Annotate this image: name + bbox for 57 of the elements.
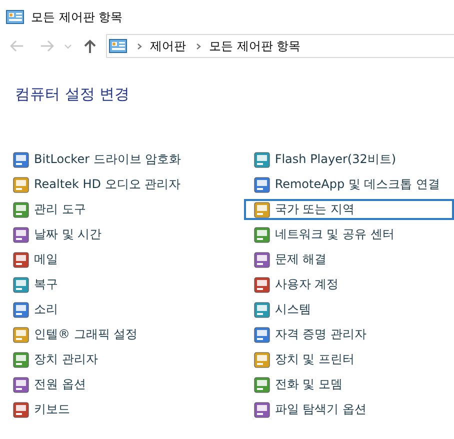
up-arrow-icon [84, 39, 96, 53]
control-panel-item[interactable]: 사용자 계정 [244, 274, 454, 295]
control-panel-item[interactable]: 날짜 및 시간 [8, 224, 243, 245]
page-heading: 컴퓨터 설정 변경 [15, 85, 131, 105]
tile-icon [13, 252, 29, 268]
control-panel-item[interactable]: 문제 해결 [244, 249, 454, 270]
control-panel-icon [109, 39, 127, 53]
breadcrumb[interactable]: 제어판 [150, 38, 186, 54]
tile-icon [254, 326, 270, 342]
control-panel-icon [6, 10, 24, 24]
tile-icon [254, 276, 270, 292]
control-panel-item[interactable]: 네트워크 및 공유 센터 [244, 224, 454, 245]
tile-icon [13, 376, 29, 392]
tile-icon [254, 202, 270, 218]
control-panel-item[interactable]: 키보드 [8, 399, 243, 420]
tile-icon [254, 252, 270, 268]
control-panel-item[interactable]: 메일 [8, 249, 243, 270]
tile-icon [13, 176, 29, 192]
control-panel-item[interactable]: 장치 관리자 [8, 349, 243, 370]
chevron-icon [196, 42, 201, 50]
tile-icon [254, 226, 270, 242]
control-panel-item[interactable]: 복구 [8, 274, 243, 295]
tile-icon [13, 276, 29, 292]
control-panel-item[interactable]: 시스템 [244, 299, 454, 320]
dropdown-caret-icon [64, 44, 72, 48]
control-panel-item[interactable]: 전화 및 모뎀 [244, 374, 454, 395]
tile-icon [254, 352, 270, 368]
control-panel-item[interactable]: 국가 또는 지역 [244, 199, 454, 220]
tile-icon [13, 352, 29, 368]
tile-icon [13, 202, 29, 218]
chevron-icon [137, 42, 142, 50]
control-panel-item[interactable]: 장치 및 프린터 [244, 349, 454, 370]
control-panel-item[interactable]: 관리 도구 [8, 199, 243, 220]
control-panel-item[interactable]: 자격 증명 관리자 [244, 324, 454, 345]
breadcrumb[interactable]: 모든 제어판 항목 [209, 38, 301, 54]
tile-icon [13, 226, 29, 242]
control-panel-item[interactable]: 인텔® 그래픽 설정 [8, 324, 243, 345]
tile-icon [13, 402, 29, 418]
back-icon [10, 40, 24, 52]
tile-icon [254, 376, 270, 392]
tile-icon [254, 152, 270, 168]
tile-icon [254, 402, 270, 418]
control-panel-item[interactable]: Realtek HD 오디오 관리자 [8, 174, 243, 195]
tile-icon [13, 326, 29, 342]
control-panel-item[interactable]: BitLocker 드라이브 암호화 [8, 149, 243, 170]
control-panel-item[interactable]: Flash Player(32비트) [244, 149, 454, 170]
window-title: 모든 제어판 항목 [31, 8, 123, 26]
control-panel-item[interactable]: 소리 [8, 299, 243, 320]
tile-icon [254, 302, 270, 318]
forward-icon [40, 40, 54, 52]
tile-icon [13, 152, 29, 168]
control-panel-item[interactable]: 파일 탐색기 옵션 [244, 399, 454, 420]
address-bar[interactable]: 제어판 모든 제어판 항목 [106, 34, 454, 58]
control-panel-item[interactable]: 전원 옵션 [8, 374, 243, 395]
tile-icon [254, 176, 270, 192]
tile-icon [13, 302, 29, 318]
control-panel-item[interactable]: RemoteApp 및 데스크톱 연결 [244, 174, 454, 195]
